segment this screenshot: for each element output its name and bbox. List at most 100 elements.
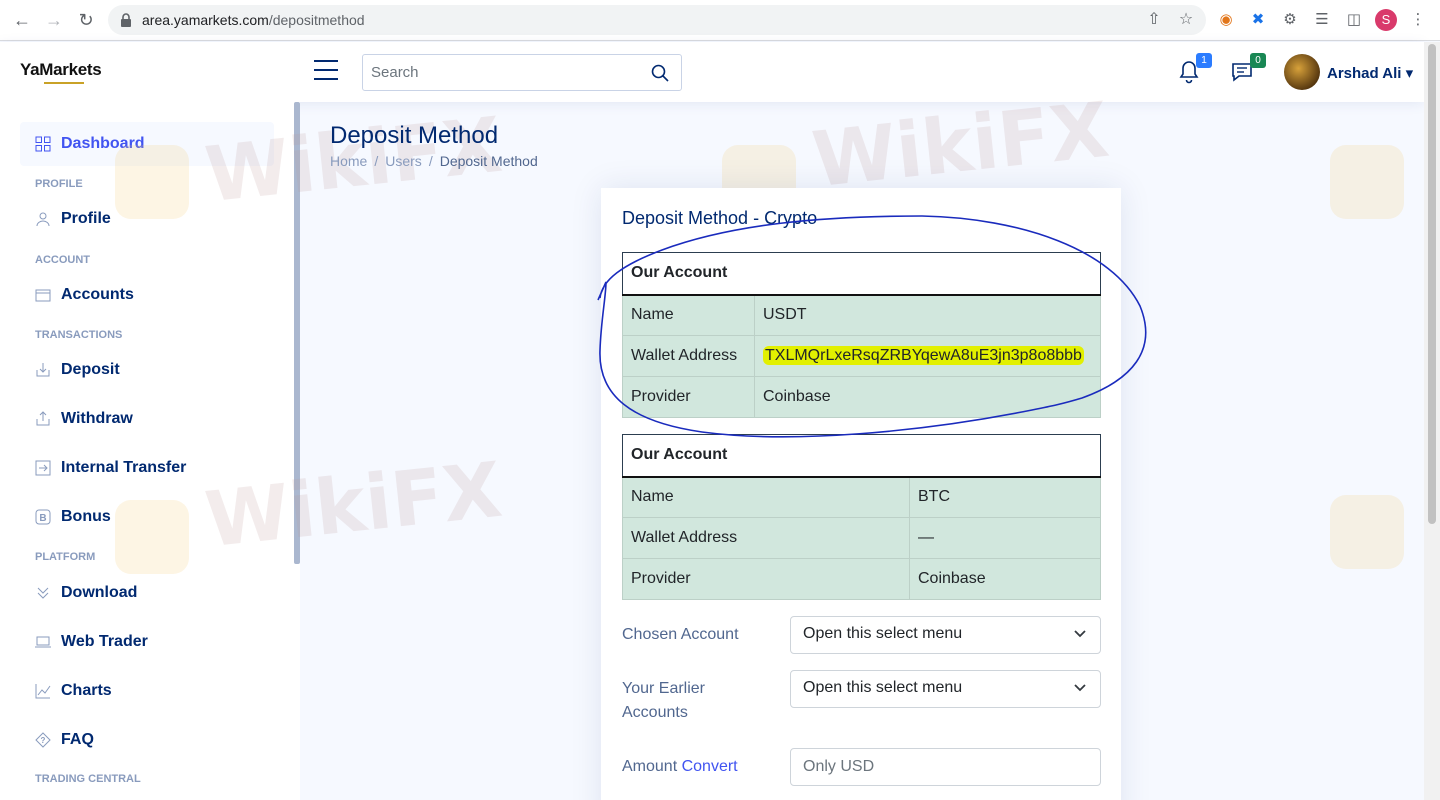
sidebar-item-faq[interactable]: ? FAQ (20, 718, 274, 762)
url-text: area.yamarkets.com/depositmethod (142, 12, 365, 28)
chosen-account-select[interactable]: Open this select menu (790, 616, 1101, 654)
watermark-logo (1330, 145, 1404, 219)
scrollbar-thumb[interactable] (1428, 44, 1436, 524)
wallet-address-cell[interactable]: TXLMQrLxeRsqZRBYqewA8uE3jn3p8o8bbb (754, 335, 1101, 377)
section-heading-account: ACCOUNT (35, 254, 90, 266)
side-panel-icon[interactable]: ◫ (1344, 10, 1364, 30)
row-value: BTC (909, 476, 1101, 518)
search-input[interactable] (363, 55, 623, 90)
amount-label: Amount Convert (622, 758, 738, 775)
logo[interactable]: YaMarkets (20, 60, 102, 80)
page-scrollbar[interactable] (1424, 42, 1440, 800)
table-row: Name USDT (622, 294, 1101, 336)
row-label: Provider (622, 376, 755, 418)
messages-badge: 0 (1250, 53, 1266, 68)
browser-toolbar: ← → ↻ area.yamarkets.com/depositmethod ⇧… (0, 0, 1440, 41)
grid-icon (35, 136, 51, 152)
breadcrumb-current: Deposit Method (439, 153, 538, 169)
sidebar-item-download[interactable]: Download (20, 571, 274, 615)
sidebar-item-label: Profile (61, 210, 111, 227)
address-bar[interactable]: area.yamarkets.com/depositmethod ⇧ ☆ (108, 5, 1206, 35)
table-header: Our Account (622, 252, 1101, 296)
caret-down-icon: ▾ (1405, 65, 1414, 82)
user-menu-dropdown[interactable]: Arshad Ali ▾ (1327, 64, 1413, 82)
wallet-address-highlighted[interactable]: TXLMQrLxeRsqZRBYqewA8uE3jn3p8o8bbb (763, 346, 1084, 365)
extension-icon[interactable]: ✖ (1248, 10, 1268, 30)
sidebar-item-accounts[interactable]: Accounts (20, 273, 274, 317)
section-heading-platform: PLATFORM (35, 551, 96, 563)
table-row: Provider Coinbase (622, 376, 1101, 418)
browser-profile-avatar[interactable]: S (1375, 9, 1397, 31)
sidebar-item-withdraw[interactable]: Withdraw (20, 397, 274, 441)
chosen-account-label: Chosen Account (622, 626, 739, 643)
chevron-down-icon (1074, 684, 1086, 692)
select-value: Open this select menu (803, 625, 963, 642)
watermark-logo (1330, 495, 1404, 569)
table-row: Name BTC (622, 476, 1101, 518)
sidebar-item-label: FAQ (61, 731, 94, 748)
watermark-logo (115, 145, 189, 219)
earlier-accounts-select[interactable]: Open this select menu (790, 670, 1101, 708)
avatar[interactable] (1284, 54, 1320, 90)
watermark: WikiFX (808, 84, 1113, 205)
messages-chat-icon[interactable]: 0 (1230, 53, 1266, 84)
section-heading-transactions: TRANSACTIONS (35, 329, 123, 341)
row-label: Wallet Address (622, 335, 755, 377)
notifications-bell-icon[interactable]: 1 (1178, 53, 1212, 84)
table-row: Wallet Address — (622, 517, 1101, 559)
breadcrumb-users[interactable]: Users (385, 153, 422, 169)
amount-input[interactable] (791, 749, 1100, 785)
download-box-icon (36, 363, 50, 377)
bonus-b-icon: B (35, 509, 51, 525)
lock-icon (121, 13, 131, 27)
sidebar-item-label: Deposit (61, 361, 120, 378)
section-heading-profile: PROFILE (35, 178, 83, 190)
metamask-extension-icon[interactable]: ◉ (1216, 10, 1236, 30)
hamburger-menu-icon[interactable] (314, 60, 338, 82)
question-diamond-icon: ? (35, 732, 51, 748)
earlier-accounts-label: Your Earlier Accounts (622, 680, 706, 721)
usdt-account-table: Our Account Name USDT Wallet Address TXLMQ… (622, 252, 1101, 418)
app-header: YaMarkets 1 0 Arshad Ali ▾ (0, 42, 1424, 102)
upload-box-icon (36, 411, 50, 426)
sidebar-item-web-trader[interactable]: Web Trader (20, 620, 274, 664)
convert-link[interactable]: Convert (682, 758, 738, 775)
svg-text:?: ? (41, 736, 46, 745)
share-icon[interactable]: ⇧ (1144, 10, 1164, 30)
puzzle-icon[interactable]: ⚙ (1280, 10, 1300, 30)
notifications-badge: 1 (1196, 53, 1212, 68)
page-title: Deposit Method (330, 122, 499, 149)
amount-field (790, 748, 1101, 786)
back-icon[interactable]: ← (10, 9, 34, 31)
section-heading-trading-central: TRADING CENTRAL (35, 773, 141, 785)
logo-underline (44, 82, 84, 84)
svg-text:B: B (39, 513, 46, 524)
sidebar-item-charts[interactable]: Charts (20, 669, 274, 713)
sidebar-item-label: Download (61, 584, 138, 601)
forward-icon[interactable]: → (42, 9, 66, 31)
search-bar (362, 54, 682, 91)
double-chevron-down-icon (37, 587, 49, 599)
btc-account-table: Our Account Name BTC Wallet Address — Prov… (622, 434, 1101, 600)
row-label: Name (622, 476, 910, 518)
row-value: USDT (754, 294, 1101, 336)
row-value: Coinbase (754, 376, 1101, 418)
sidebar-item-label: Charts (61, 682, 112, 699)
bookmark-star-icon[interactable]: ☆ (1176, 10, 1196, 30)
sidebar-item-label: Accounts (61, 286, 134, 303)
laptop-icon (35, 636, 51, 648)
transfer-arrow-icon (35, 460, 51, 476)
sidebar-item-label: Bonus (61, 508, 111, 525)
sidebar-item-label: Web Trader (61, 633, 148, 650)
media-icon[interactable]: ☰ (1312, 10, 1332, 30)
user-name: Arshad Ali (1327, 65, 1402, 82)
deposit-method-card: Deposit Method - Crypto Our Account Name… (601, 188, 1121, 800)
sidebar-item-deposit[interactable]: Deposit (20, 348, 274, 392)
breadcrumb-home[interactable]: Home (330, 153, 367, 169)
search-icon[interactable] (651, 64, 669, 82)
sidebar-item-label: Withdraw (61, 410, 133, 427)
reload-icon[interactable]: ↻ (74, 9, 98, 31)
row-label: Provider (622, 558, 910, 600)
menu-kebab-icon[interactable]: ⋮ (1408, 10, 1428, 30)
select-value: Open this select menu (803, 679, 963, 696)
